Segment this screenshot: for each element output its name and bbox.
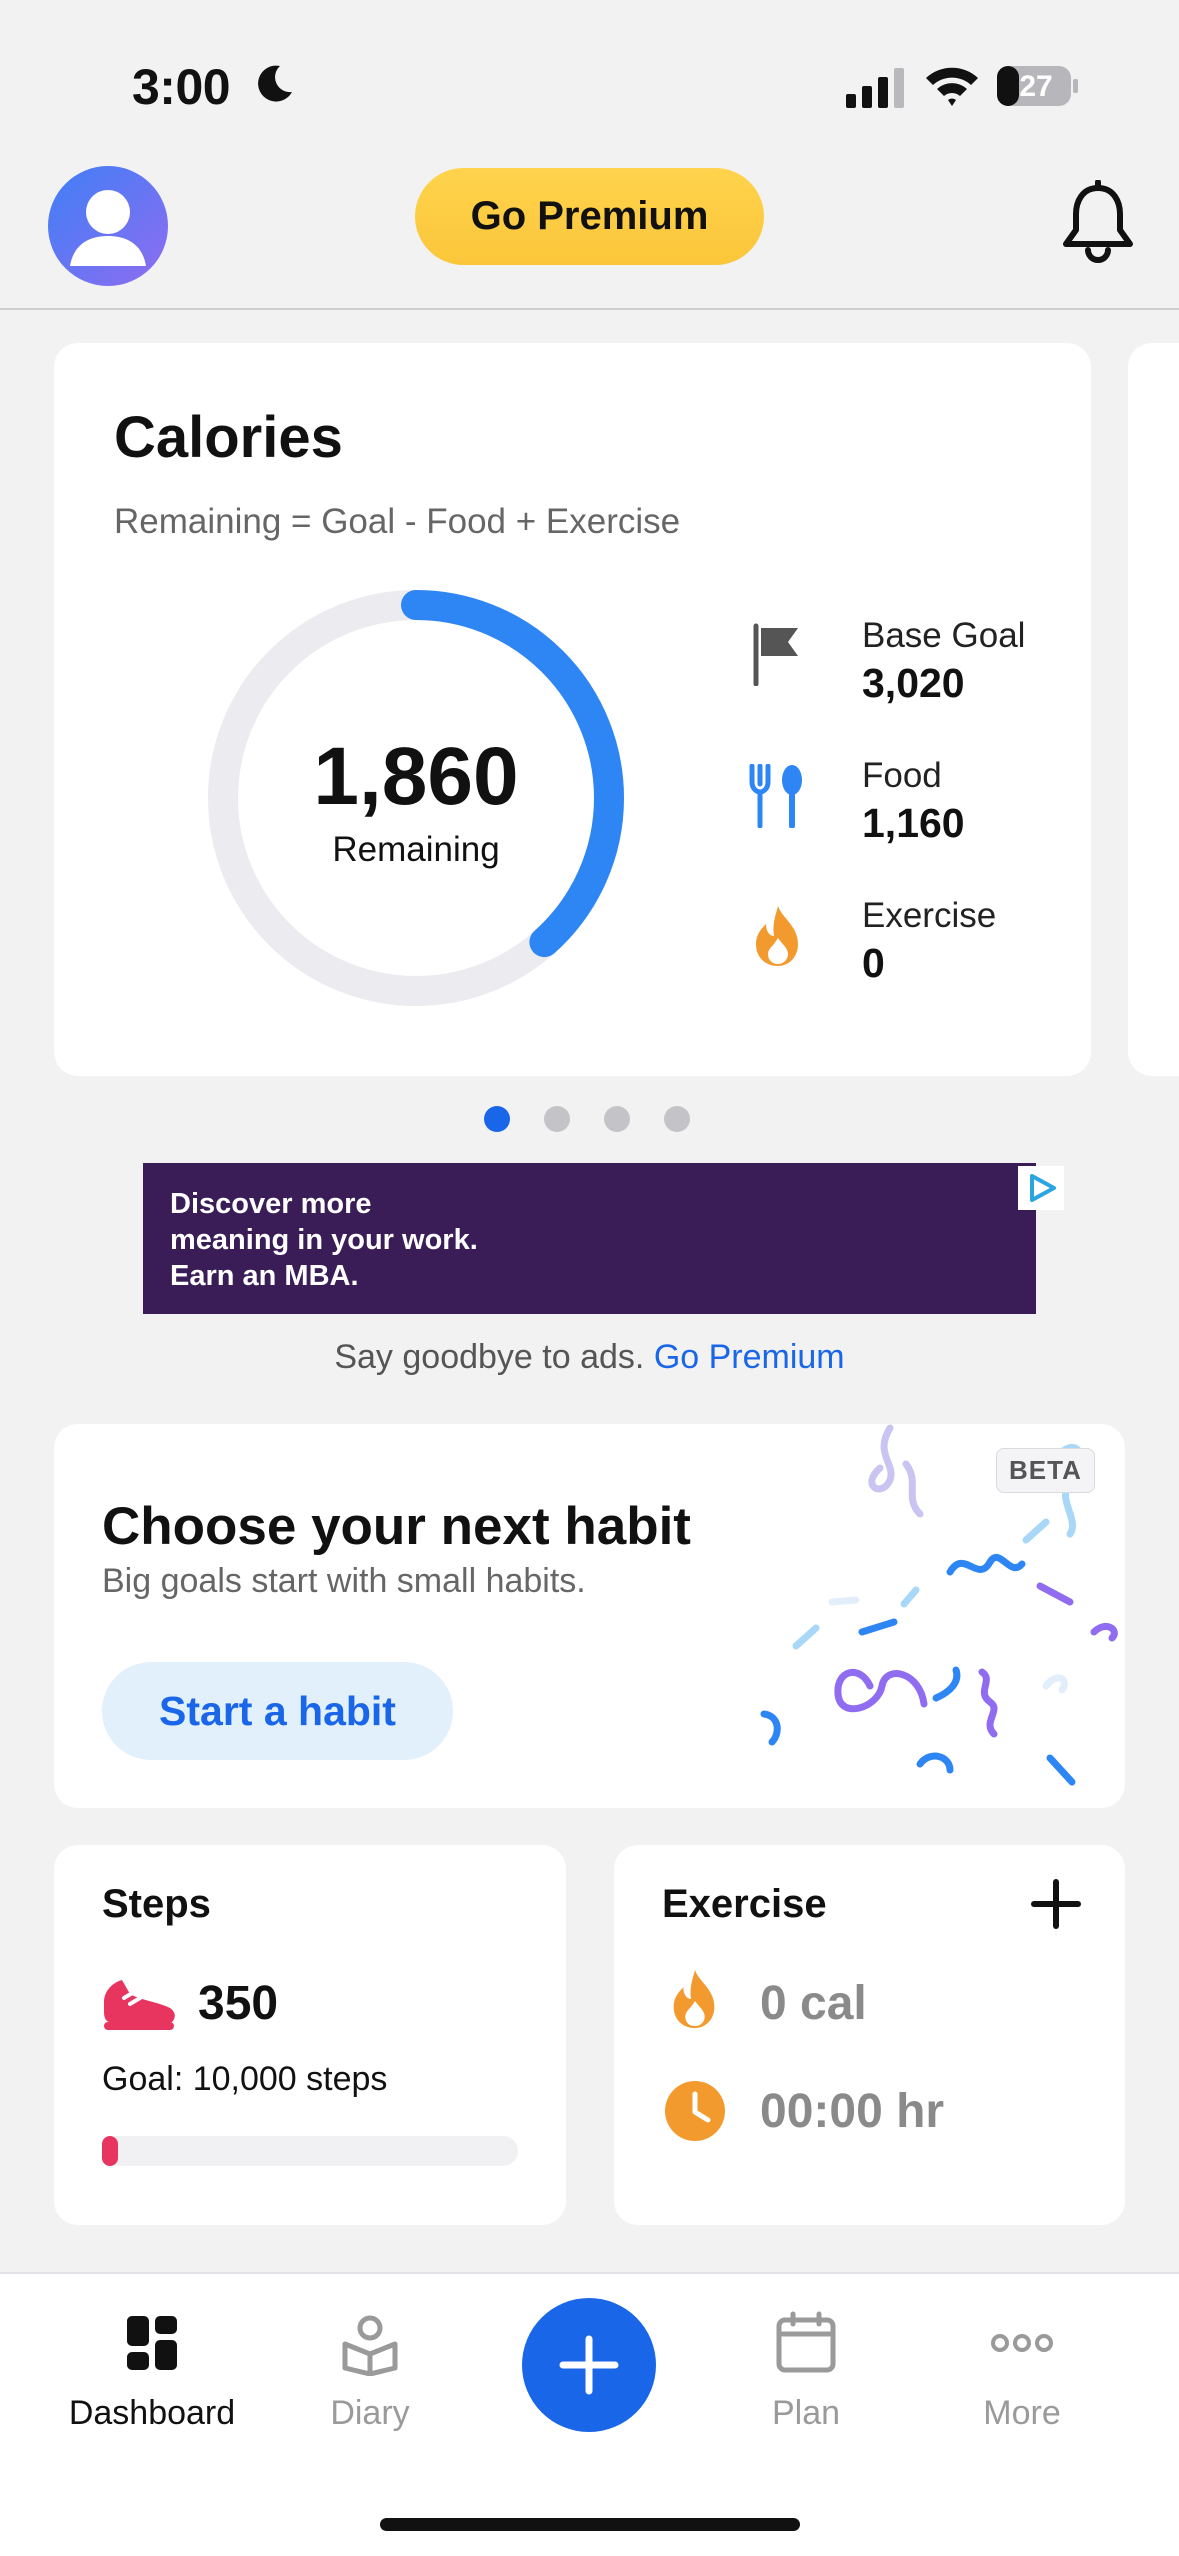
- flag-icon: [753, 623, 798, 686]
- user-icon: [70, 190, 146, 266]
- base-goal-value: 3,020: [862, 660, 965, 706]
- base-goal-label: Base Goal: [862, 616, 1026, 655]
- habit-title: Choose your next habit: [102, 1497, 691, 1556]
- exercise-calories: 0 cal: [760, 1977, 867, 2030]
- habit-subtitle: Big goals start with small habits.: [102, 1562, 586, 1600]
- sneaker-icon: [104, 1980, 175, 2030]
- add-exercise-icon[interactable]: [1028, 1876, 1084, 1932]
- ad-line: Discover more: [170, 1188, 372, 1220]
- battery-level: 27: [1019, 70, 1053, 103]
- dashboard-icon: [127, 2316, 177, 2370]
- steps-progress-fill: [102, 2136, 118, 2166]
- calories-remaining-label: Remaining: [332, 830, 500, 869]
- tab-more[interactable]: More: [922, 2310, 1122, 2433]
- steps-goal: Goal: 10,000 steps: [102, 2060, 388, 2098]
- more-icon: [991, 2334, 1053, 2352]
- remove-ads-note: Say goodbye to ads. Go Premium: [0, 1338, 1179, 1377]
- food-value: 1,160: [862, 800, 965, 846]
- carousel-dot[interactable]: [664, 1106, 690, 1132]
- diary-icon: [342, 2315, 398, 2376]
- calories-remaining-value: 1,860: [313, 731, 519, 822]
- bell-icon[interactable]: [1060, 180, 1136, 264]
- exercise-label: Exercise: [862, 896, 997, 935]
- wifi-icon: [926, 67, 978, 106]
- steps-progress-track: [102, 2136, 518, 2166]
- ad-line: Earn an MBA.: [170, 1260, 359, 1292]
- ad-copy[interactable]: Discover more meaning in your work. Earn…: [170, 1186, 478, 1294]
- food-label: Food: [862, 756, 942, 795]
- start-habit-button[interactable]: Start a habit: [102, 1662, 453, 1760]
- calories-formula: Remaining = Goal - Food + Exercise: [114, 502, 681, 541]
- exercise-value: 0: [862, 940, 885, 986]
- go-premium-button[interactable]: Go Premium: [415, 168, 764, 265]
- tab-label: Diary: [330, 2394, 410, 2432]
- calendar-icon: [776, 2311, 836, 2373]
- remove-ads-text: Say goodbye to ads.: [334, 1338, 645, 1376]
- tab-label: More: [983, 2394, 1061, 2432]
- cellular-signal-icon: [846, 68, 904, 108]
- carousel-dot[interactable]: [604, 1106, 630, 1132]
- calories-title: Calories: [114, 405, 343, 470]
- flame-icon: [673, 1969, 715, 2029]
- tab-dashboard[interactable]: Dashboard: [52, 2310, 252, 2433]
- tab-label: Dashboard: [68, 2394, 236, 2432]
- header-divider: [0, 308, 1179, 310]
- clock-icon: [665, 2081, 725, 2141]
- add-entry-button[interactable]: [522, 2298, 656, 2432]
- ad-choices-icon[interactable]: [1018, 1166, 1064, 1210]
- battery-indicator: 27: [996, 64, 1080, 108]
- exercise-title: Exercise: [662, 1882, 827, 1926]
- carousel-dots[interactable]: [484, 1106, 690, 1132]
- fork-knife-icon: [749, 764, 802, 828]
- home-indicator: [380, 2518, 800, 2531]
- steps-title: Steps: [102, 1882, 211, 1926]
- carousel-dot[interactable]: [484, 1106, 510, 1132]
- profile-avatar[interactable]: [48, 166, 168, 286]
- moon-icon: [258, 65, 292, 102]
- beta-badge: BETA: [996, 1448, 1095, 1493]
- flame-icon: [756, 906, 798, 966]
- status-time: 3:00: [132, 59, 231, 115]
- carousel-dot[interactable]: [544, 1106, 570, 1132]
- tab-diary[interactable]: Diary: [270, 2310, 470, 2433]
- go-premium-link[interactable]: Go Premium: [654, 1338, 845, 1376]
- steps-count: 350: [198, 1977, 279, 2030]
- exercise-duration: 00:00 hr: [760, 2085, 945, 2138]
- tab-label: Plan: [771, 2394, 841, 2432]
- ad-line: meaning in your work.: [170, 1224, 478, 1256]
- tab-plan[interactable]: Plan: [706, 2310, 906, 2433]
- next-card-peek[interactable]: [1128, 343, 1179, 1076]
- plus-icon: [559, 2335, 619, 2395]
